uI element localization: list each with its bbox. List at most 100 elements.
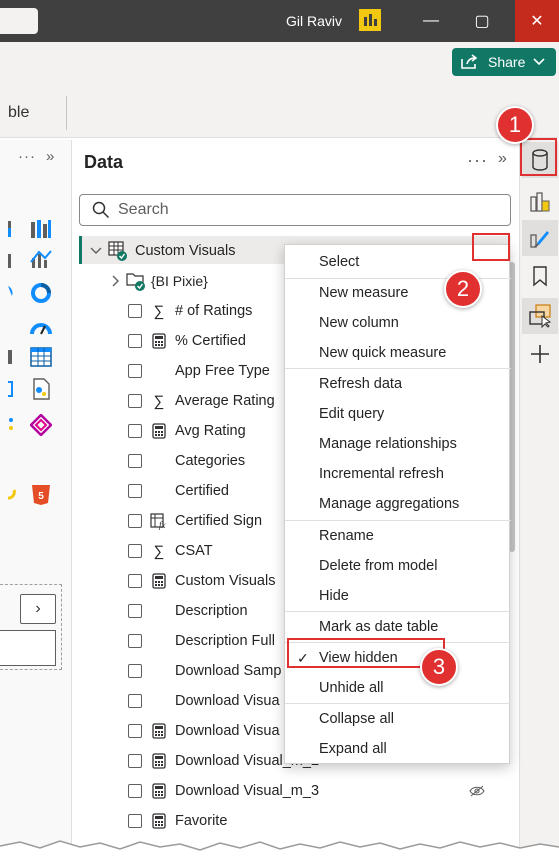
visualizations-more-button[interactable]: ···	[18, 148, 36, 165]
calculator-icon	[150, 782, 168, 800]
donut-chart-icon[interactable]	[30, 282, 52, 304]
field-checkbox[interactable]	[128, 664, 142, 678]
highlight-data-pane-button	[520, 138, 557, 176]
calculator-icon	[150, 722, 168, 740]
field-type-blank	[150, 452, 168, 470]
chevron-down-icon	[533, 58, 545, 66]
annotation-badge-1: 1	[496, 106, 534, 144]
menu-item-new-column[interactable]: New column	[285, 308, 511, 338]
format-visual-button[interactable]	[522, 220, 558, 256]
field-checkbox[interactable]	[128, 454, 142, 468]
area-chart-icon[interactable]	[8, 248, 30, 270]
selection-pane-button[interactable]	[522, 298, 558, 334]
field-checkbox[interactable]	[128, 604, 142, 618]
field-checkbox[interactable]	[128, 634, 142, 648]
close-button[interactable]: ✕	[515, 0, 559, 42]
data-pane-more-button[interactable]: ···	[467, 150, 488, 171]
field-label: Download Visua	[175, 693, 280, 709]
stacked-bar-chart-icon[interactable]	[8, 218, 30, 240]
field-checkbox[interactable]	[128, 514, 142, 528]
field-label: Description	[175, 603, 248, 619]
visualizations-collapse-button[interactable]: »	[46, 148, 55, 165]
calculator-icon	[150, 332, 168, 350]
field-row[interactable]: Favorite	[128, 806, 559, 836]
title-bar: Gil Raviv — ▢ ✕	[0, 0, 559, 42]
field-checkbox[interactable]	[128, 694, 142, 708]
line-column-chart-icon[interactable]	[30, 248, 52, 270]
field-label: Download Samp	[175, 663, 282, 679]
field-label: Description Full	[175, 633, 275, 649]
user-avatar-icon[interactable]	[359, 9, 381, 31]
field-checkbox[interactable]	[128, 484, 142, 498]
menu-item-collapse-all[interactable]: Collapse all	[285, 704, 511, 734]
field-checkbox[interactable]	[128, 394, 142, 408]
maximize-button[interactable]: ▢	[460, 0, 504, 42]
data-pane-collapse-button[interactable]: »	[498, 150, 507, 168]
build-visual-icon	[530, 192, 550, 212]
annotation-badge-2: 2	[444, 270, 482, 308]
field-checkbox[interactable]	[128, 364, 142, 378]
menu-item-new-quick-measure[interactable]: New quick measure	[285, 338, 511, 368]
table-icon[interactable]	[30, 346, 52, 368]
field-checkbox[interactable]	[128, 814, 142, 828]
ribbon-partial-label[interactable]: ble	[8, 104, 29, 122]
menu-item-manage-relationships[interactable]: Manage relationships	[285, 429, 511, 459]
field-checkbox[interactable]	[128, 334, 142, 348]
field-checkbox[interactable]	[128, 424, 142, 438]
menu-item-manage-aggregations[interactable]: Manage aggregations	[285, 489, 511, 519]
chevron-right-icon[interactable]	[109, 275, 121, 287]
r-visual-icon[interactable]	[30, 378, 52, 400]
field-checkbox[interactable]	[128, 784, 142, 798]
menu-item-hide[interactable]: Hide	[285, 581, 511, 611]
field-checkbox[interactable]	[128, 304, 142, 318]
app-logo	[0, 8, 38, 34]
field-checkbox[interactable]	[128, 544, 142, 558]
user-name[interactable]: Gil Raviv	[286, 13, 342, 29]
build-visual-button[interactable]	[522, 184, 558, 220]
html5-visual-icon[interactable]: 5	[30, 484, 52, 506]
next-page-button[interactable]: ›	[20, 594, 56, 624]
field-label: % Certified	[175, 333, 246, 349]
clustered-column-chart-icon[interactable]	[30, 218, 52, 240]
menu-item-incremental-refresh[interactable]: Incremental refresh	[285, 459, 511, 489]
menu-item-unhide-all[interactable]: Unhide all	[285, 673, 511, 703]
menu-item-edit-query[interactable]: Edit query	[285, 399, 511, 429]
calculated-column-icon: fx	[150, 512, 168, 530]
field-checkbox[interactable]	[128, 724, 142, 738]
field-label: Download Visua	[175, 723, 280, 739]
field-checkbox[interactable]	[128, 574, 142, 588]
add-pane-button[interactable]	[522, 336, 558, 372]
custom-visual-icon[interactable]	[8, 484, 30, 506]
field-type-blank	[150, 662, 168, 680]
field-label: Favorite	[175, 813, 228, 829]
card-icon[interactable]	[8, 346, 30, 368]
field-type-blank	[150, 602, 168, 620]
menu-item-expand-all[interactable]: Expand all	[285, 734, 511, 764]
menu-item-refresh-data[interactable]: Refresh data	[285, 369, 511, 399]
field-type-blank	[150, 482, 168, 500]
chevron-down-icon[interactable]	[89, 246, 103, 256]
field-type-blank	[150, 692, 168, 710]
python-visual-icon[interactable]	[8, 414, 30, 436]
menu-item-rename[interactable]: Rename	[285, 521, 511, 551]
gauge-icon[interactable]	[30, 316, 52, 338]
bookmarks-button[interactable]	[522, 258, 558, 294]
share-button[interactable]: Share	[452, 48, 556, 76]
slicer-icon[interactable]	[8, 378, 30, 400]
power-apps-icon[interactable]	[30, 414, 52, 436]
field-label: Certified	[175, 483, 229, 499]
search-input[interactable]: Search	[79, 194, 511, 226]
hidden-eye-icon[interactable]	[469, 785, 485, 797]
calculator-icon	[150, 572, 168, 590]
menu-item-delete-from-model[interactable]: Delete from model	[285, 551, 511, 581]
calculator-icon	[150, 752, 168, 770]
field-well-input[interactable]	[0, 630, 56, 666]
field-type-blank	[150, 362, 168, 380]
pie-chart-icon[interactable]	[8, 282, 30, 304]
field-row[interactable]: Download Visual_m_3	[128, 776, 559, 806]
share-label: Share	[488, 54, 526, 70]
selection-icon	[529, 304, 552, 328]
search-placeholder: Search	[118, 201, 169, 218]
minimize-button[interactable]: —	[409, 0, 453, 42]
field-checkbox[interactable]	[128, 754, 142, 768]
